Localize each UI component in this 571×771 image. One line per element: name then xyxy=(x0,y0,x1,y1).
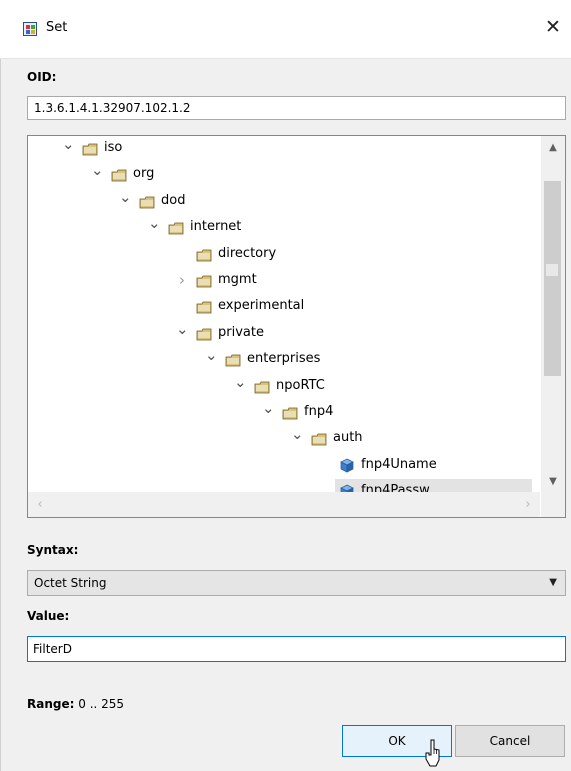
tree-node[interactable]: ⌄ private xyxy=(28,321,540,345)
tree-node-label: org xyxy=(133,166,155,181)
value-input[interactable]: FilterD xyxy=(27,636,566,662)
folder-icon xyxy=(254,379,270,394)
chevron-down-icon[interactable]: ⌄ xyxy=(91,162,104,186)
scroll-corner xyxy=(541,492,565,517)
range-value: 0 .. 255 xyxy=(78,697,125,711)
tree-node[interactable]: directory xyxy=(28,242,540,266)
tree-viewport: ⌄ iso ⌄ org ⌄ dod ⌄ internet directory › mgmt exper… xyxy=(28,136,540,503)
chevron-down-icon[interactable]: ⌄ xyxy=(62,136,75,160)
folder-icon xyxy=(196,273,212,288)
scroll-up-icon[interactable]: ▲ xyxy=(541,138,565,158)
tree-node-label: iso xyxy=(104,140,123,155)
value-label: Value: xyxy=(27,609,70,623)
tree-node[interactable]: ⌄ iso xyxy=(28,136,540,160)
tree-node[interactable]: experimental xyxy=(28,294,540,318)
chevron-down-icon[interactable]: ⌄ xyxy=(291,426,304,450)
title-bar: Set ✕ xyxy=(0,0,571,59)
folder-icon xyxy=(168,220,184,235)
tree-node[interactable]: ⌄ org xyxy=(28,162,540,186)
scroll-down-icon[interactable]: ▼ xyxy=(541,472,565,492)
syntax-select[interactable]: Octet String ▼ xyxy=(27,570,566,596)
chevron-down-icon[interactable]: ⌄ xyxy=(262,400,275,424)
tree-node-label: enterprises xyxy=(247,351,321,366)
range-label: Range: xyxy=(27,697,75,711)
window-border xyxy=(0,0,1,771)
tree-node-label: private xyxy=(218,325,264,340)
folder-icon xyxy=(196,326,212,341)
folder-icon xyxy=(311,431,327,446)
range-info: Range: 0 .. 255 xyxy=(27,697,124,711)
folder-icon xyxy=(82,141,98,156)
tree-node-label: fnp4 xyxy=(304,404,334,419)
folder-icon xyxy=(139,194,155,209)
chevron-down-icon[interactable]: ⌄ xyxy=(176,321,189,345)
chevron-down-icon[interactable]: ⌄ xyxy=(234,374,247,398)
scroll-thumb[interactable] xyxy=(544,181,561,376)
mib-tree[interactable]: ⌄ iso ⌄ org ⌄ dod ⌄ internet directory › mgmt exper… xyxy=(27,135,566,518)
tree-node-label: experimental xyxy=(218,298,305,313)
tree-node-label: npoRTC xyxy=(276,378,325,393)
tree-node[interactable]: fnp4Uname xyxy=(28,453,540,477)
tree-node-label: fnp4Uname xyxy=(361,457,437,472)
tree-node-label: dod xyxy=(161,193,186,208)
tree-node[interactable]: ⌄ dod xyxy=(28,189,540,213)
folder-icon xyxy=(196,247,212,262)
scroll-position-marker xyxy=(546,264,558,276)
scroll-right-icon[interactable]: › xyxy=(518,492,538,517)
syntax-label: Syntax: xyxy=(27,543,79,557)
oid-label: OID: xyxy=(27,70,57,84)
tree-node[interactable]: ⌄ auth xyxy=(28,426,540,450)
folder-icon xyxy=(225,352,241,367)
tree-node[interactable]: ⌄ enterprises xyxy=(28,347,540,371)
horizontal-scrollbar[interactable]: ‹ › xyxy=(28,492,540,517)
dropdown-arrow-icon[interactable]: ▼ xyxy=(549,571,557,595)
tree-node[interactable]: ⌄ fnp4 xyxy=(28,400,540,424)
folder-icon xyxy=(282,405,298,420)
tree-node[interactable]: ⌄ internet xyxy=(28,215,540,239)
tree-node-label: directory xyxy=(218,246,277,261)
tree-node-label: internet xyxy=(190,219,242,234)
close-icon[interactable]: ✕ xyxy=(538,12,568,42)
mouse-pointer-icon xyxy=(425,739,440,767)
tree-node-label: auth xyxy=(333,430,363,445)
app-icon xyxy=(23,22,37,36)
window-title: Set xyxy=(46,20,68,35)
chevron-down-icon[interactable]: ⌄ xyxy=(148,215,161,239)
cancel-button[interactable]: Cancel xyxy=(455,725,565,757)
leaf-object-icon xyxy=(339,457,355,473)
chevron-down-icon[interactable]: ⌄ xyxy=(119,189,132,213)
tree-node[interactable]: ⌄ npoRTC xyxy=(28,374,540,398)
folder-icon xyxy=(196,299,212,314)
folder-icon xyxy=(111,167,127,182)
chevron-down-icon[interactable]: ⌄ xyxy=(205,347,218,371)
oid-field[interactable]: 1.3.6.1.4.1.32907.102.1.2 xyxy=(27,96,566,120)
tree-node-label: mgmt xyxy=(218,272,257,287)
chevron-right-icon[interactable]: › xyxy=(176,268,188,292)
syntax-value: Octet String xyxy=(34,576,107,590)
scroll-left-icon[interactable]: ‹ xyxy=(30,492,50,517)
vertical-scrollbar[interactable]: ▲ ▼ xyxy=(541,136,565,492)
tree-node[interactable]: › mgmt xyxy=(28,268,540,292)
